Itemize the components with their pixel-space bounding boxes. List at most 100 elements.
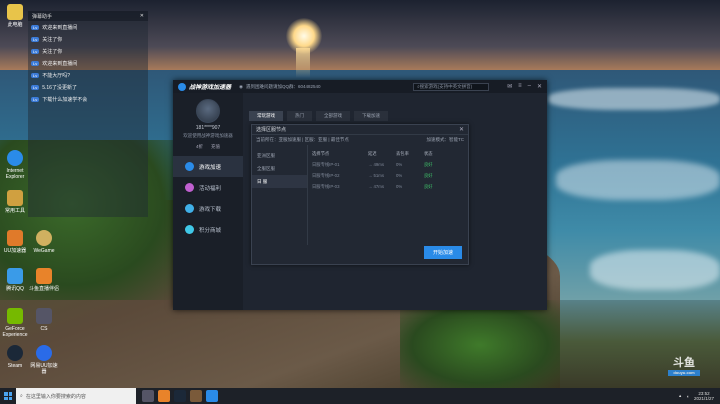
system-tray: ▴ ◖ 23:52 2021/1/27 [679,391,720,401]
menu-icon[interactable]: ≡ [518,83,522,90]
desktop-icon-wegame[interactable]: WeGame [29,230,59,254]
avatar[interactable] [196,99,220,123]
task-view-icon[interactable] [142,390,154,402]
server-select-dialog: 选择区服节点 ✕ 当前所在：亚服加速服 | 区服：亚服 | 最佳节点 加速模式：… [251,124,469,265]
game-search-input[interactable]: ⌕ 搜索游戏(支持中英文拼音) [413,82,490,91]
user-id: 181****907 [195,125,221,131]
desktop-icon-ie[interactable]: Internet Explorer [0,150,30,180]
chat-message: Lv 关注了你 [31,36,63,43]
taskbar-search-input[interactable]: ⌕ 在这里输入你要搜索的内容 [16,388,136,404]
close-icon[interactable]: ✕ [140,13,144,19]
desktop-icon-this-pc[interactable]: 此电脑 [0,4,30,28]
desktop-icon-douyu[interactable]: 斗鱼直播伴侣 [29,268,59,292]
tab-download-accel[interactable]: 下载加速 [354,111,388,121]
table-row[interactable]: 日服专线IP-03 → 47ms 0% 良好 [312,181,464,192]
nav-menu: 游戏加速 活动福利 游戏下载 积分商城 [173,156,243,240]
table-header: 选择节点 延迟 丢包率 状态 [312,150,433,156]
dialog-title-bar: 选择区服节点 ✕ [252,125,468,135]
shop-icon [185,225,194,234]
nav-item-game-accelerate[interactable]: 游戏加速 [173,156,243,177]
accelerator-window: 战神游戏加速器 ◉ 遇到困难问题请加QQ群：604482540 ⌕ 搜索游戏(支… [173,80,547,310]
close-icon[interactable]: ✕ [537,83,542,90]
ie-icon [7,150,23,166]
netease-uu-icon [36,345,52,361]
steam-taskbar-icon[interactable] [174,390,186,402]
chat-header: 弹幕助手 ✕ [28,11,148,21]
game-taskbar-icon[interactable] [190,390,202,402]
accelerator-taskbar-icon[interactable] [206,390,218,402]
region-item[interactable]: 亚洲区服 [252,149,307,162]
wave-foam [556,160,720,200]
gift-icon [185,183,194,192]
welcome-text: 欢迎使用战神游戏加速器 [183,133,233,138]
table-row[interactable]: 日服专线IP-01 → 49ms 0% 良好 [312,159,464,170]
logo-icon [178,82,186,91]
download-icon [185,204,194,213]
discount-badge[interactable]: 4折 [196,144,203,150]
folder-icon [7,190,23,206]
server-table: 选择节点 延迟 丢包率 状态 日服专线IP-01 → 49ms 0% 良好 日服… [308,145,468,245]
qq-icon [7,268,23,284]
chat-message: Lv 欢迎来到直播间 [31,60,78,67]
start-button[interactable] [0,388,16,404]
region-list: 亚洲区服 全服区服 日 服 [252,145,308,245]
douyu-watermark: 斗鱼 douyu.com [668,356,700,384]
notice: ◉ 遇到困难问题请加QQ群：604482540 [239,83,321,89]
douyu-taskbar-icon[interactable] [158,390,170,402]
nav-item-activity[interactable]: 活动福利 [173,177,243,198]
minimize-icon[interactable]: – [528,83,531,90]
app-logo: 战神游戏加速器 [178,82,231,91]
dialog-info: 当前所在：亚服加速服 | 区服：亚服 | 最佳节点 加速模式：智能TC [256,137,464,142]
uu-accelerator-icon [7,230,23,246]
geforce-icon [7,308,23,324]
region-item[interactable]: 日 服 [252,175,307,188]
chat-message: Lv 5.16了没更新了 [31,84,77,91]
tab-all-games[interactable]: 全部游戏 [316,111,350,121]
volume-icon[interactable]: ◖ [686,394,689,399]
recharge-link[interactable]: 充值 [211,144,220,150]
wave-foam [548,88,720,110]
steam-icon [7,345,23,361]
greenery [400,300,560,388]
chat-message: Lv 关注了你 [31,48,63,55]
desktop-icon-uu[interactable]: UU加速器 [0,230,30,254]
desktop-icon-geforce[interactable]: GeForce Experience [0,308,30,338]
cs-icon [36,308,52,324]
taskbar-apps [142,390,218,402]
desktop-icon-netease-uu[interactable]: 网易UU加速器 [29,345,59,375]
mail-icon[interactable]: ✉ [507,83,512,90]
taskbar: ⌕ 在这里输入你要搜索的内容 ▴ ◖ 23:52 2021/1/27 [0,388,720,404]
chat-overlay: 弹幕助手 ✕ Lv 欢迎来到直播间 Lv 关注了你 Lv 关注了你 Lv 欢迎来到直播间… [28,11,148,217]
close-icon[interactable]: ✕ [459,126,464,133]
sidebar: 181****907 欢迎使用战神游戏加速器 4折 充值 游戏加速 活动福利 游… [173,93,243,310]
desktop-icon-qq[interactable]: 腾讯QQ [0,268,30,292]
main-content: 常玩游戏 热门 全部游戏 下载加速 选择区服节点 ✕ 当前所在：亚服加速服 | … [243,93,547,310]
nav-item-shop[interactable]: 积分商城 [173,219,243,240]
tab-hot[interactable]: 热门 [287,111,312,121]
chat-message: Lv 下载什么加速学不会 [31,96,88,103]
this-pc-icon [7,4,23,20]
network-icon[interactable]: ▴ [679,393,681,399]
clock[interactable]: 23:52 2021/1/27 [694,391,714,401]
desktop-icon-steam[interactable]: Steam [0,345,30,369]
game-tabs: 常玩游戏 热门 全部游戏 下载加速 [243,93,547,121]
table-row[interactable]: 日服专线IP-02 → 51ms 0% 良好 [312,170,464,181]
douyu-icon [36,268,52,284]
chat-message: Lv 欢迎来到直播间 [31,24,78,31]
search-icon: ⌕ [20,393,23,399]
user-stats: 4折 充值 [173,144,243,150]
bell-icon: ◉ [239,83,243,89]
desktop-icon-tools[interactable]: 常用工具 [0,190,30,214]
windows-icon [4,392,12,400]
nav-item-download[interactable]: 游戏下载 [173,198,243,219]
tab-frequent[interactable]: 常玩游戏 [249,111,283,121]
wave-foam [590,250,720,290]
chat-message: Lv 不能大厅吗? [31,72,71,79]
wegame-icon [36,230,52,246]
sun-reflection [296,48,310,78]
desktop-icon-cs[interactable]: CS [29,308,59,332]
title-bar: 战神游戏加速器 ◉ 遇到困难问题请加QQ群：604482540 ⌕ 搜索游戏(支… [173,80,547,93]
dialog-body: 亚洲区服 全服区服 日 服 选择节点 延迟 丢包率 状态 日服专线IP-01 →… [252,145,468,245]
start-accelerate-button[interactable]: 开始加速 [424,246,462,259]
region-item[interactable]: 全服区服 [252,162,307,175]
